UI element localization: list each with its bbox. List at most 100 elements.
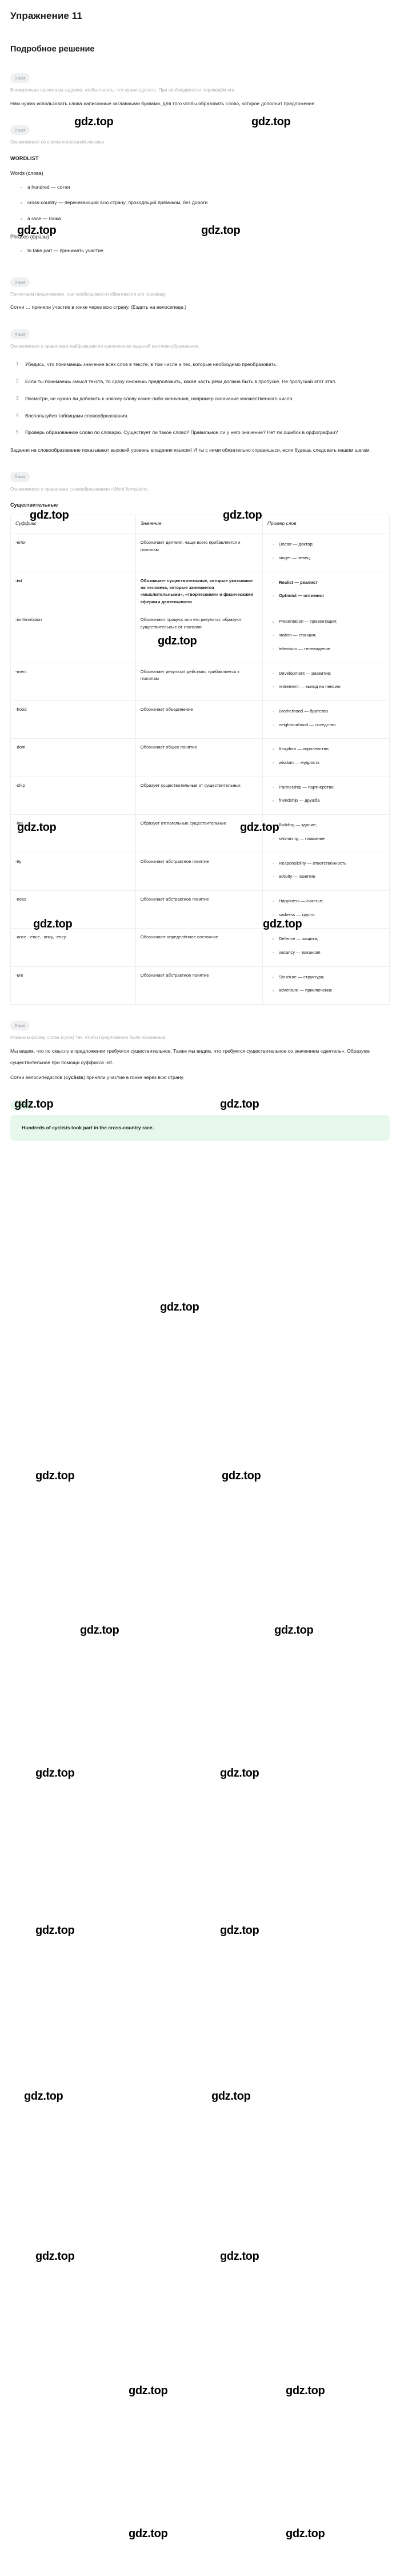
table-row: -ure Обозначает абстрактное понятие Stru… — [10, 966, 390, 1005]
cell-examples: Realist — реалист Optimist — оптимист — [262, 571, 390, 612]
step-4-section: 4 шаг Ознакомимся с правилами-лайфхаками… — [10, 313, 390, 456]
list-item: singer — певец — [272, 553, 385, 563]
cell-suffix: -hood — [10, 700, 136, 739]
list-item: neighbourhood — соседство — [272, 720, 385, 730]
list-item: Посмотри, не нужно ли добавить к новому … — [16, 393, 294, 404]
cell-meaning: Обозначает результат действия, прибавляе… — [135, 662, 263, 701]
words-list: a hundred — сотня cross-country — пересе… — [10, 182, 390, 225]
cell-meaning: Обозначает объединение — [135, 700, 263, 739]
list-item: swimming — плавание — [272, 834, 385, 844]
watermark-text: gdz.top — [35, 2250, 75, 2263]
watermark-text: gdz.top — [160, 1301, 199, 1313]
watermark-text: gdz.top — [220, 2250, 259, 2263]
step-6-explanation: Мы видим, что по смыслу в предложении тр… — [10, 1048, 370, 1066]
column-header-examples: Пример слов — [262, 515, 390, 535]
cell-suffix: -ity — [10, 852, 136, 891]
step-badge-1: 1 шаг — [10, 73, 30, 83]
table-row: -ance, -ence, -ancy, -ency Обозначают оп… — [10, 928, 390, 967]
list-item: a race — гонка — [21, 213, 390, 225]
table-row: -ing Образует отглагольные существительн… — [10, 814, 390, 853]
cell-suffix: -ist — [10, 571, 136, 612]
list-item: friendship — дружба — [272, 795, 385, 806]
cell-examples: Brotherhood — братство neighbourhood — с… — [262, 700, 390, 739]
answer-section: Ответ Hundreds of cyclists took part in … — [10, 1083, 390, 1141]
list-item: activity — занятие — [272, 871, 385, 882]
examples-list: Doctor — доктор; singer — певец — [267, 539, 385, 563]
sentence-pre: Сотни велосипедистов ( — [10, 1074, 66, 1081]
cell-meaning: Образует отглагольные существительные — [135, 814, 263, 853]
watermark-text: gdz.top — [286, 2384, 325, 2397]
list-item: Optimist — оптимист — [272, 591, 385, 601]
nouns-heading: Существительные — [10, 502, 58, 508]
list-item: Building — здание; — [272, 820, 385, 830]
table-row: -ity Обозначает абстрактное понятие Resp… — [10, 852, 390, 891]
list-item: Presentation — презентация; — [272, 616, 385, 627]
page-title: Упражнение 11 — [10, 10, 82, 21]
cell-examples: Development — развитие; retirement — вых… — [262, 662, 390, 701]
watermark-text: gdz.top — [35, 1924, 75, 1937]
step-badge-5: 5 шаг — [10, 472, 30, 482]
watermark-text: gdz.top — [129, 2384, 168, 2397]
table-row: -er/or Обозначает деятеля, чаще всего пр… — [10, 533, 390, 572]
table-row: -hood Обозначает объединение Brotherhood… — [10, 700, 390, 739]
list-item: vacancy — вакансия — [272, 947, 385, 958]
word-formation-table: Суффикс Значение Пример слов -er/or Обоз… — [10, 515, 390, 1005]
examples-list: Brotherhood — братство neighbourhood — с… — [267, 706, 385, 730]
step-6-instruction: Изменим форму слова (cycle) так, чтобы п… — [10, 1035, 167, 1041]
cell-examples: Building — здание; swimming — плавание — [262, 814, 390, 853]
list-item: Проверь образованное слово по словарю. С… — [16, 427, 338, 438]
cell-examples: Happiness — счастье; sadness — грусть — [262, 890, 390, 929]
table-row: -ness Обозначает абстрактное понятие Hap… — [10, 890, 390, 929]
list-item: Kingdom — королевство; — [272, 744, 385, 754]
table-header-row: Суффикс Значение Пример слов — [10, 515, 390, 535]
watermark-text: gdz.top — [220, 1924, 259, 1937]
watermark-text: gdz.top — [80, 1624, 119, 1637]
watermark-text: gdz.top — [286, 2527, 325, 2540]
cell-examples: Kingdom — королевство; wisdom — мудрость — [262, 738, 390, 777]
cell-examples: Defence — защита; vacancy — вакансия — [262, 928, 390, 967]
examples-list: Responsibility — ответственность activit… — [267, 858, 385, 882]
solution-page: Упражнение 11 Подробное решение 1 шаг Вн… — [0, 0, 400, 2576]
list-item: to take part — принимать участие — [21, 245, 390, 257]
watermark-text: gdz.top — [24, 2090, 63, 2103]
step-badge-4: 4 шаг — [10, 329, 30, 339]
cell-meaning: Обозначает абстрактное понятие — [135, 852, 263, 891]
examples-list: Kingdom — королевство; wisdom — мудрость — [267, 744, 385, 767]
list-item: Воспользуйся таблицами словообразования. — [16, 411, 129, 421]
watermark-text: gdz.top — [220, 1767, 259, 1779]
sentence-post: ) приняли участие в гонке через всю стра… — [83, 1074, 185, 1081]
examples-list: Structure — структура; adventure — прикл… — [267, 972, 385, 996]
examples-list: Happiness — счастье; sadness — грусть — [267, 896, 385, 919]
step-4-instruction: Ознакомимся с правилами-лайфхаками по вы… — [10, 343, 200, 349]
list-item: Defence — защита; — [272, 934, 385, 944]
solution-heading: Подробное решение — [10, 45, 95, 54]
watermark-text: gdz.top — [222, 1470, 261, 1482]
list-item: Realist — реалист — [272, 578, 385, 588]
answer-badge: Ответ — [10, 1100, 32, 1110]
step-badge-6: 6 шаг — [10, 1021, 30, 1031]
cell-suffix: -ment — [10, 662, 136, 701]
cell-meaning: Обозначает деятеля, чаще всего прибавляе… — [135, 533, 263, 572]
cell-suffix: -ance, -ence, -ancy, -ency — [10, 928, 136, 967]
step-1-body: Нам нужно использовать слова написанные … — [10, 100, 316, 106]
cell-meaning: Обозначают процесс или его результат, об… — [135, 611, 263, 663]
examples-list: Defence — защита; vacancy — вакансия — [267, 934, 385, 957]
cell-meaning: Обозначают определённое состояние — [135, 928, 263, 967]
list-item: Doctor — доктор; — [272, 539, 385, 550]
list-item: cross-country — пересекающий всю страну;… — [21, 197, 390, 209]
cell-meaning: Обозначает общее понятие — [135, 738, 263, 777]
watermark-text: gdz.top — [35, 1470, 75, 1482]
table-row: -ion/tion/ation Обозначают процесс или е… — [10, 611, 390, 663]
step-4-closing: Задания на словообразование показывают в… — [10, 447, 371, 453]
cell-suffix: -er/or — [10, 533, 136, 572]
list-item: Development — развитие; — [272, 668, 385, 679]
cell-examples: Partnership — партнёрство; friendship — … — [262, 776, 390, 815]
step-1-instruction: Внимательно прочитаем задание, чтобы пон… — [10, 87, 236, 93]
cell-meaning: Обозначает абстрактное понятие — [135, 890, 263, 929]
cell-suffix: -ure — [10, 966, 136, 1005]
cell-meaning: Обозначает существительные, которые указ… — [135, 571, 263, 612]
list-item: wisdom — мудрость — [272, 758, 385, 768]
list-item: television — телевидение — [272, 644, 385, 654]
watermark-text: gdz.top — [129, 2527, 168, 2540]
cell-meaning: Обозначает абстрактное понятие — [135, 966, 263, 1005]
